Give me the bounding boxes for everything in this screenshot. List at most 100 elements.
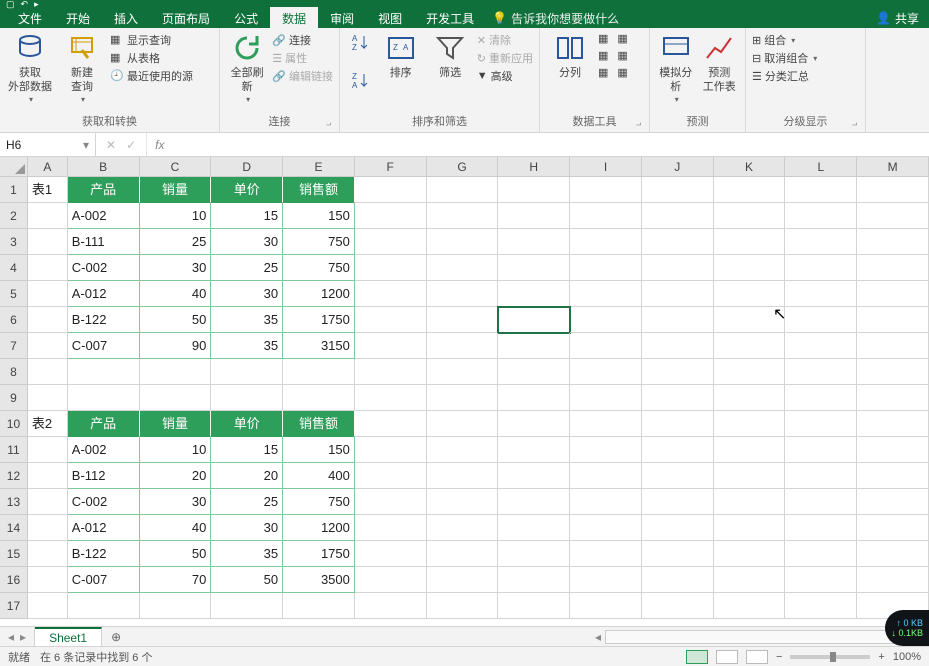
- cell[interactable]: [857, 359, 929, 385]
- new-query-button[interactable]: 新建 查询: [58, 32, 106, 105]
- cell[interactable]: [642, 359, 714, 385]
- row-header[interactable]: 17: [0, 593, 28, 619]
- cell[interactable]: [427, 177, 499, 203]
- cell[interactable]: [570, 333, 642, 359]
- row-header[interactable]: 1: [0, 177, 28, 203]
- formula-input[interactable]: [172, 133, 929, 156]
- cell[interactable]: [570, 307, 642, 333]
- tab-nav-next[interactable]: ▸: [20, 630, 26, 644]
- row-header[interactable]: 6: [0, 307, 28, 333]
- cell[interactable]: 单价: [211, 177, 283, 203]
- cell[interactable]: 销售额: [283, 177, 355, 203]
- tab-view[interactable]: 视图: [366, 7, 414, 30]
- row-header[interactable]: 4: [0, 255, 28, 281]
- col-header[interactable]: C: [140, 157, 212, 176]
- zoom-slider[interactable]: [790, 655, 870, 659]
- from-table-button[interactable]: ▦从表格: [110, 50, 193, 66]
- cell[interactable]: A-002: [68, 203, 140, 229]
- cell[interactable]: [857, 203, 929, 229]
- row-header[interactable]: 7: [0, 333, 28, 359]
- cancel-icon[interactable]: ✕: [106, 138, 116, 152]
- relationships-button[interactable]: ▦▦: [598, 66, 628, 79]
- cell[interactable]: [427, 333, 499, 359]
- cell[interactable]: [211, 385, 283, 411]
- cell[interactable]: [498, 541, 570, 567]
- col-header[interactable]: H: [498, 157, 570, 176]
- cell[interactable]: [28, 515, 68, 541]
- cell[interactable]: [570, 437, 642, 463]
- tab-dev[interactable]: 开发工具: [414, 7, 486, 30]
- cell[interactable]: [714, 463, 786, 489]
- cell[interactable]: 表1: [28, 177, 68, 203]
- show-queries-button[interactable]: ▦显示查询: [110, 32, 193, 48]
- cell[interactable]: [785, 593, 857, 619]
- col-header[interactable]: F: [355, 157, 427, 176]
- cell[interactable]: 30: [140, 255, 212, 281]
- cell[interactable]: [28, 593, 68, 619]
- share-button[interactable]: 👤共享: [876, 10, 919, 27]
- sort-button[interactable]: ZA排序: [378, 32, 423, 80]
- cell[interactable]: [427, 385, 499, 411]
- cell[interactable]: 25: [211, 255, 283, 281]
- cell[interactable]: [642, 463, 714, 489]
- cell[interactable]: [355, 593, 427, 619]
- cell[interactable]: [570, 281, 642, 307]
- select-all-corner[interactable]: [0, 157, 28, 176]
- cell[interactable]: [140, 359, 212, 385]
- cell[interactable]: [642, 489, 714, 515]
- cell[interactable]: 30: [211, 515, 283, 541]
- cell[interactable]: [427, 229, 499, 255]
- row-header[interactable]: 8: [0, 359, 28, 385]
- cell[interactable]: [570, 229, 642, 255]
- cell[interactable]: [211, 593, 283, 619]
- cell[interactable]: [68, 593, 140, 619]
- cell[interactable]: [785, 515, 857, 541]
- cell[interactable]: [427, 463, 499, 489]
- page-layout-button[interactable]: [716, 650, 738, 664]
- cell[interactable]: [28, 333, 68, 359]
- cell[interactable]: [714, 333, 786, 359]
- cell[interactable]: [355, 203, 427, 229]
- cell[interactable]: 单价: [211, 411, 283, 437]
- cell[interactable]: [498, 359, 570, 385]
- row-header[interactable]: 10: [0, 411, 28, 437]
- cell[interactable]: [857, 567, 929, 593]
- cell[interactable]: [498, 567, 570, 593]
- cell[interactable]: [714, 437, 786, 463]
- cell[interactable]: [355, 255, 427, 281]
- cell[interactable]: 销售额: [283, 411, 355, 437]
- cell[interactable]: 25: [211, 489, 283, 515]
- cell[interactable]: [642, 411, 714, 437]
- cell[interactable]: [68, 385, 140, 411]
- cell[interactable]: [857, 229, 929, 255]
- cell[interactable]: [570, 541, 642, 567]
- cell[interactable]: [28, 307, 68, 333]
- normal-view-button[interactable]: [686, 650, 708, 664]
- cell[interactable]: [642, 255, 714, 281]
- advanced-filter-button[interactable]: ▼高级: [477, 68, 533, 84]
- cell[interactable]: [714, 177, 786, 203]
- cell[interactable]: 35: [211, 333, 283, 359]
- cell[interactable]: [714, 593, 786, 619]
- col-header[interactable]: D: [211, 157, 283, 176]
- cell[interactable]: [355, 229, 427, 255]
- refresh-all-button[interactable]: 全部刷新: [226, 32, 268, 105]
- cell[interactable]: [498, 437, 570, 463]
- cell[interactable]: 50: [140, 541, 212, 567]
- cell[interactable]: [570, 463, 642, 489]
- cell[interactable]: [714, 567, 786, 593]
- cell[interactable]: [28, 255, 68, 281]
- cell[interactable]: [28, 567, 68, 593]
- cell[interactable]: 35: [211, 541, 283, 567]
- cell[interactable]: [642, 541, 714, 567]
- cell[interactable]: [28, 463, 68, 489]
- cell[interactable]: 3500: [283, 567, 355, 593]
- cell[interactable]: [28, 489, 68, 515]
- cell[interactable]: [642, 281, 714, 307]
- cell[interactable]: A-012: [68, 281, 140, 307]
- row-header[interactable]: 16: [0, 567, 28, 593]
- row-header[interactable]: 14: [0, 515, 28, 541]
- cell[interactable]: 30: [140, 489, 212, 515]
- cell[interactable]: B-122: [68, 541, 140, 567]
- cell[interactable]: A-012: [68, 515, 140, 541]
